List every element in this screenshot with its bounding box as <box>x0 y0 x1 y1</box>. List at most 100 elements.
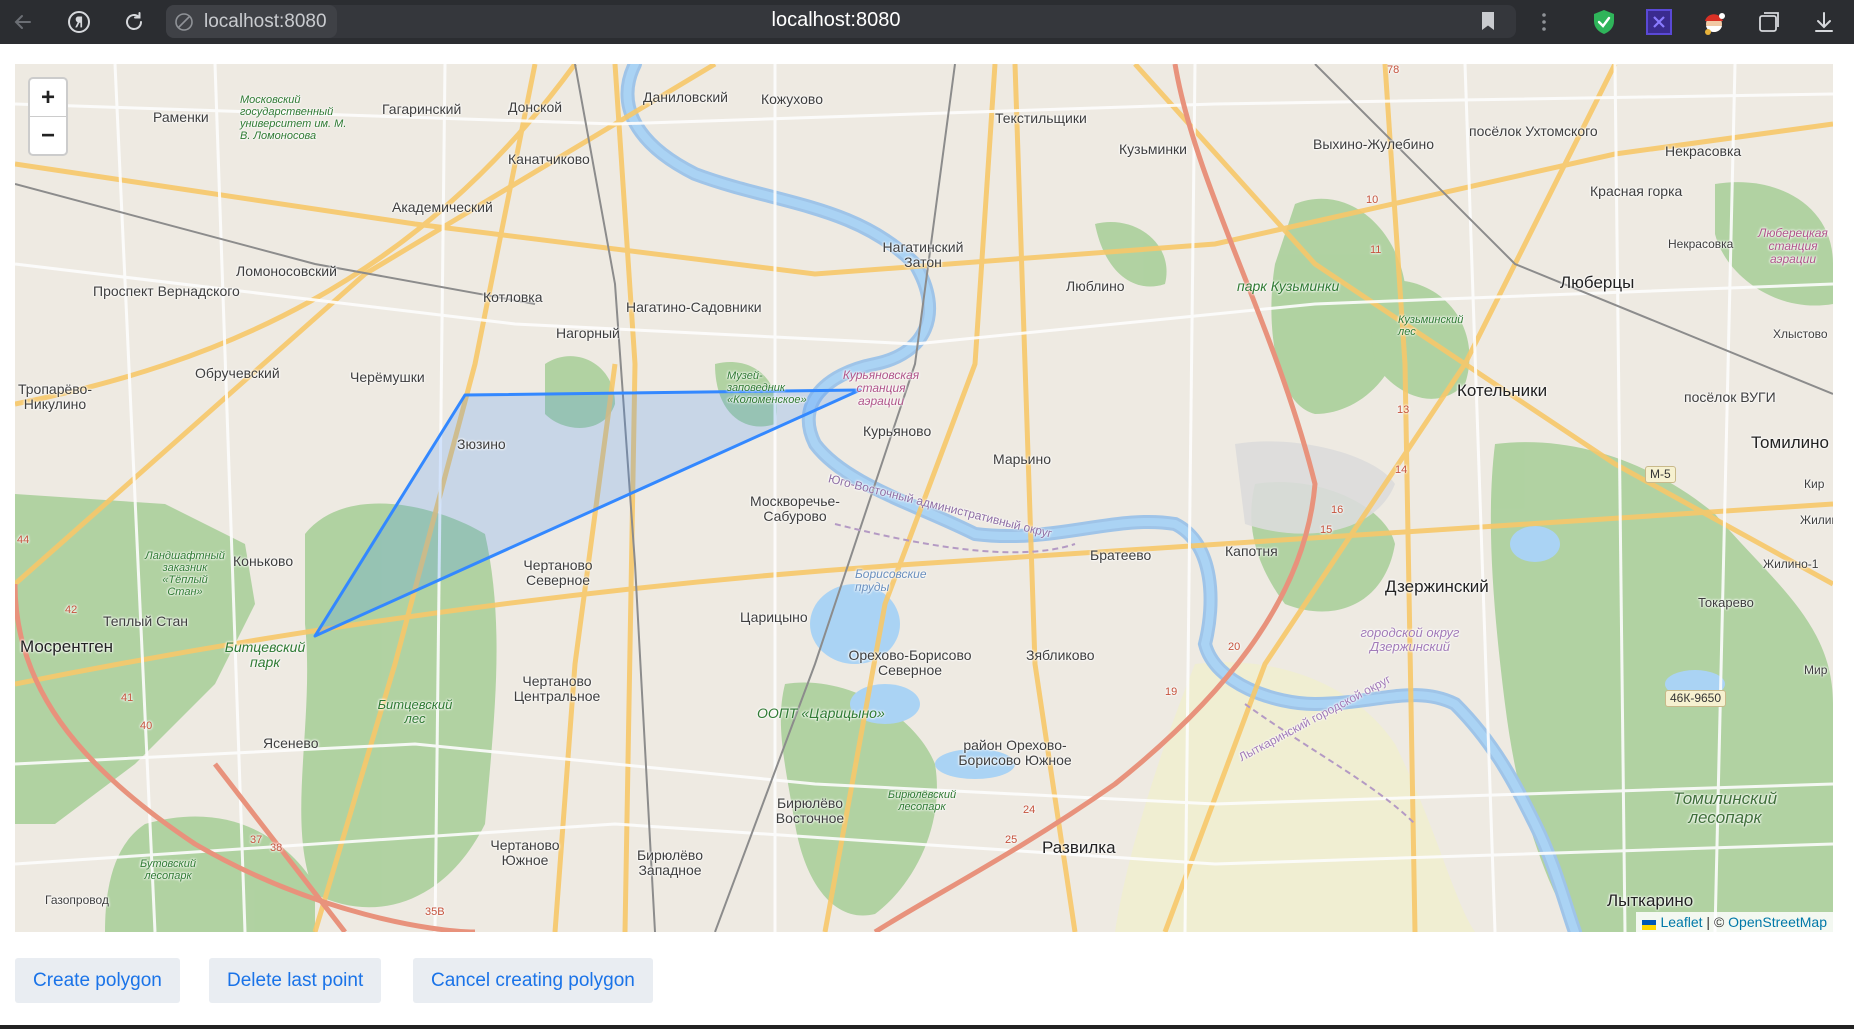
map-label: Текстильщики <box>995 110 1087 126</box>
map-label: Кожухово <box>761 91 824 107</box>
map-label: Чертаново Южное <box>490 837 560 869</box>
km-mark: 25 <box>1005 834 1018 846</box>
map-label: район Орехово-Борисово Южное <box>958 737 1072 769</box>
road-badge: 46К-9650 <box>1665 690 1727 708</box>
km-mark: 37 <box>250 834 263 846</box>
map-label: Даниловский <box>643 89 728 105</box>
map-label: Зябликово <box>1026 647 1095 663</box>
map-label: Котельники <box>1457 381 1548 400</box>
km-mark: 16 <box>1331 504 1344 516</box>
map-label: Борисовские пруды <box>855 567 927 595</box>
map-label: Чертаново Центральное <box>513 673 601 705</box>
map-label: Мир <box>1804 663 1828 677</box>
map-label: Черёмушки <box>350 369 425 385</box>
km-mark: 13 <box>1397 404 1410 416</box>
create-polygon-button[interactable]: Create polygon <box>15 958 180 1003</box>
map-label: Хлыстово <box>1773 327 1828 341</box>
zoom-in-button[interactable]: + <box>30 79 66 117</box>
map-label: Братеево <box>1090 547 1152 563</box>
map-label: Коньково <box>233 553 294 569</box>
map-label: Чертаново Северное <box>523 557 593 589</box>
map-label: Тропарёво-Никулино <box>17 381 92 413</box>
map-label: Красная горка <box>1590 183 1683 199</box>
map-label: посёлок ВУГИ <box>1684 389 1776 405</box>
map-label: Дзержинский <box>1385 577 1489 596</box>
window-bottom-edge <box>0 1025 1854 1029</box>
tabs-icon[interactable] <box>1753 6 1785 38</box>
map-label: Ломоносовский <box>236 263 337 279</box>
shield-extension-icon[interactable] <box>1588 6 1620 38</box>
zoom-out-button[interactable]: − <box>30 117 66 154</box>
map-label: Обручевский <box>195 365 280 381</box>
map-label: Московский государственный университет и… <box>240 94 347 143</box>
map[interactable]: Раменки Московский государственный униве… <box>15 64 1833 932</box>
map-label: Курьяново <box>863 423 932 439</box>
map-label: Некрасовка <box>1668 237 1734 251</box>
km-mark: 11 <box>1370 244 1382 256</box>
km-mark: 19 <box>1165 686 1178 698</box>
map-label: Зюзино <box>457 436 506 452</box>
map-label: Капотня <box>1225 543 1278 559</box>
map-label: посёлок Ухтомского <box>1469 123 1598 139</box>
map-label: Музей-заповедник «Коломенское» <box>727 370 807 407</box>
map-label: Жилин <box>1800 513 1833 527</box>
browser-toolbar: localhost:8080 localhost:8080 <box>0 0 1854 44</box>
map-label: Битцевский парк <box>224 639 306 671</box>
osm-link[interactable]: OpenStreetMap <box>1728 914 1827 930</box>
menu-dots-icon[interactable] <box>1528 6 1560 38</box>
map-label: Кузьминки <box>1119 141 1187 157</box>
map-label: Бутовский лесопарк <box>139 858 196 883</box>
map-label: Проспект Вернадского <box>93 283 240 299</box>
map-attribution: Leaflet | © OpenStreetMap <box>1636 912 1833 932</box>
map-label: Донской <box>508 99 563 115</box>
bookmark-icon[interactable] <box>1478 9 1498 38</box>
map-label: парк Кузьминки <box>1237 278 1340 294</box>
zoom-control: + − <box>28 77 68 156</box>
km-mark: 24 <box>1023 804 1036 816</box>
map-label: Газопровод <box>45 893 109 907</box>
map-label: Марьино <box>993 451 1052 467</box>
map-label: Ландшафтный заказник «Тёплый Стан» <box>145 550 225 599</box>
map-label: Люберецкая станция аэрации <box>1758 226 1828 267</box>
map-label: Царицыно <box>740 609 808 625</box>
map-label: Теплый Стан <box>103 613 188 629</box>
delete-last-point-button[interactable]: Delete last point <box>209 958 382 1003</box>
map-label: ООПТ «Царицыно» <box>757 705 885 721</box>
map-label: Кир <box>1804 477 1825 491</box>
map-label: Нагатино-Садовники <box>626 299 762 315</box>
map-label: Канатчиково <box>508 151 590 167</box>
map-label: Москворечье-Сабурово <box>750 493 840 525</box>
map-label: Люблино <box>1066 278 1125 294</box>
km-mark: 44 <box>17 534 30 546</box>
map-label: Котловка <box>483 289 543 305</box>
map-label: Томилино <box>1751 433 1829 452</box>
map-label: Люберцы <box>1560 273 1635 292</box>
extension-x-icon[interactable] <box>1643 6 1675 38</box>
map-label: городской округ Дзержинский <box>1360 625 1460 655</box>
map-label: Жилино-1 <box>1763 557 1819 571</box>
map-label: Мосрентген <box>20 637 114 656</box>
map-label: Ясенево <box>263 735 319 751</box>
map-label: Некрасовка <box>1665 143 1742 159</box>
attribution-separator: | © <box>1702 914 1729 930</box>
km-mark: 20 <box>1228 641 1241 653</box>
map-label: Токарево <box>1698 595 1754 610</box>
map-label: Гагаринский <box>382 101 462 117</box>
map-label: Академический <box>392 199 493 215</box>
map-label: Раменки <box>153 109 209 125</box>
download-icon[interactable] <box>1808 6 1840 38</box>
address-text: localhost:8080 <box>771 9 901 31</box>
map-label: Бирюлёво Восточное <box>775 795 845 827</box>
extension-santa-icon[interactable] <box>1698 6 1730 38</box>
map-label: Битцевский лес <box>377 697 453 727</box>
km-mark: 38 <box>270 842 283 854</box>
map-label: Нагорный <box>556 325 620 341</box>
km-mark: 41 <box>121 692 134 704</box>
leaflet-link[interactable]: Leaflet <box>1660 914 1702 930</box>
km-mark: 40 <box>140 720 153 732</box>
cancel-creating-polygon-button[interactable]: Cancel creating polygon <box>413 958 653 1003</box>
map-label: Лыткарино <box>1607 891 1694 910</box>
map-label: Развилка <box>1042 838 1116 857</box>
km-mark: 35В <box>425 906 445 918</box>
map-label: Курьяновская станция аэрации <box>842 368 920 409</box>
